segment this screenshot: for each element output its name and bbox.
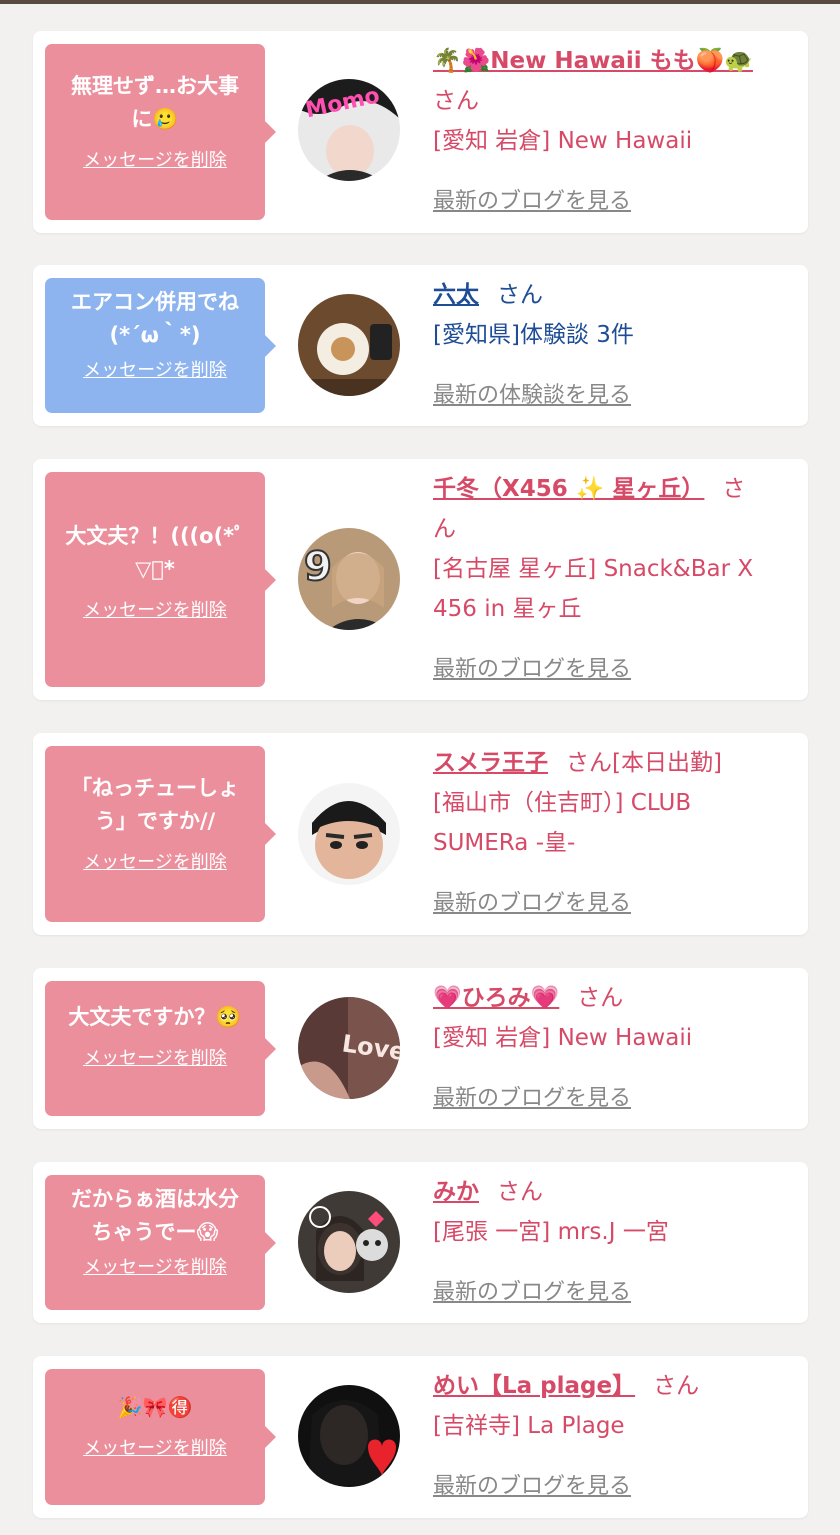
honorific: さん bbox=[497, 282, 543, 308]
top-bar bbox=[0, 0, 840, 4]
message-bubble: 「ねっチューしょ う」ですか// メッセージを削除 bbox=[45, 746, 276, 922]
message-bubble: 大文夫？！(((o(*ﾟ ▽ﾟ* メッセージを削除 bbox=[45, 472, 276, 687]
message-text-line: ちゃうでー😱 bbox=[91, 1220, 219, 1244]
profile-name-link[interactable]: スメラ王子 bbox=[433, 750, 548, 776]
avatar[interactable]: 9 bbox=[298, 528, 400, 630]
latest-blog-link[interactable]: 最新のブログを見る bbox=[433, 651, 631, 683]
message-text-line: に🥲 bbox=[131, 107, 179, 131]
avatar[interactable] bbox=[298, 1385, 400, 1487]
message-bubble: 大文夫ですか？🥺 メッセージを削除 bbox=[45, 981, 276, 1116]
profile-info: みか さん [尾張 一宮] mrs.J 一宮 bbox=[433, 1172, 783, 1252]
delete-message-link[interactable]: メッセージを削除 bbox=[83, 848, 227, 874]
honorific: さん bbox=[497, 1179, 543, 1205]
message-text-line: ▽ﾟ* bbox=[135, 557, 175, 581]
message-bubble: だからぁ酒は水分 ちゃうでー😱 メッセージを削除 bbox=[45, 1175, 276, 1310]
message-card: 🎉🎀🉐 メッセージを削除 めい【La plage】 さん [吉祥寺] La Pla… bbox=[33, 1356, 808, 1518]
avatar[interactable] bbox=[298, 1191, 400, 1293]
message-text-line: エアコン併用でね bbox=[71, 290, 239, 314]
profile-name-link[interactable]: 🌴🌺New Hawaii もも🍑🐢 bbox=[433, 48, 753, 74]
svg-text:9: 9 bbox=[304, 544, 332, 590]
profile-name-link[interactable]: めい【La plage】 bbox=[433, 1373, 635, 1399]
message-text-line: 大文夫ですか？🥺 bbox=[68, 1005, 242, 1029]
message-card: エアコン併用でね (*´ω｀*) メッセージを削除 六太 さん [愛知県]体験談 … bbox=[33, 265, 808, 426]
shop-info: [愛知県]体験談 3件 bbox=[433, 322, 634, 348]
profile-name-link[interactable]: 💗ひろみ💗 bbox=[433, 985, 559, 1011]
message-card: 無理せず…お大事 に🥲 メッセージを削除 Momo 🌴🌺New Hawaii も… bbox=[33, 31, 808, 233]
shop-info: [尾張 一宮] mrs.J 一宮 bbox=[433, 1219, 669, 1245]
message-text-line: 🎉🎀🉐 bbox=[117, 1395, 193, 1419]
honorific: さん bbox=[433, 88, 479, 114]
profile-info: スメラ王子 さん[本日出勤] [福山市（住吉町）] CLUB SUMERa -皇- bbox=[433, 743, 783, 863]
shop-info: [愛知 岩倉] New Hawaii bbox=[433, 128, 693, 154]
latest-blog-link[interactable]: 最新のブログを見る bbox=[433, 1274, 631, 1306]
latest-blog-link[interactable]: 最新のブログを見る bbox=[433, 1080, 631, 1112]
shop-info: [福山市（住吉町）] CLUB bbox=[433, 790, 692, 816]
delete-message-link[interactable]: メッセージを削除 bbox=[83, 146, 227, 172]
profile-name-link[interactable]: 千冬（X456 ✨ 星ヶ丘） bbox=[433, 476, 704, 502]
profile-info: 六太 さん [愛知県]体験談 3件 bbox=[433, 275, 783, 355]
message-text-line: 「ねっチューしょ bbox=[71, 776, 239, 800]
message-bubble: 無理せず…お大事 に🥲 メッセージを削除 bbox=[45, 44, 276, 220]
delete-message-link[interactable]: メッセージを削除 bbox=[83, 1044, 227, 1070]
shop-info: SUMERa -皇- bbox=[433, 830, 576, 856]
profile-name-link[interactable]: みか bbox=[433, 1179, 479, 1205]
message-text-line: う」ですか// bbox=[94, 809, 216, 833]
avatar[interactable] bbox=[298, 294, 400, 396]
delete-message-link[interactable]: メッセージを削除 bbox=[83, 1253, 227, 1279]
message-bubble: エアコン併用でね (*´ω｀*) メッセージを削除 bbox=[45, 278, 276, 413]
avatar[interactable]: Love bbox=[298, 997, 400, 1099]
latest-review-link[interactable]: 最新の体験談を見る bbox=[433, 377, 631, 409]
honorific: さん bbox=[653, 1373, 700, 1399]
message-text-line: 無理せず…お大事 bbox=[71, 74, 239, 98]
shop-info: [名古屋 星ヶ丘] Snack&Bar X bbox=[433, 556, 754, 582]
honorific: さ bbox=[722, 476, 746, 502]
shop-info: [吉祥寺] La Plage bbox=[433, 1413, 625, 1439]
message-text-line: だからぁ酒は水分 bbox=[71, 1187, 239, 1211]
message-card: 大文夫？！(((o(*ﾟ ▽ﾟ* メッセージを削除 9 千冬（X456 ✨ 星ヶ… bbox=[33, 459, 808, 700]
honorific: さん[本日出勤] bbox=[566, 750, 722, 776]
latest-blog-link[interactable]: 最新のブログを見る bbox=[433, 183, 631, 215]
honorific-continued: ん bbox=[433, 516, 456, 542]
shop-info: [愛知 岩倉] New Hawaii bbox=[433, 1025, 693, 1051]
delete-message-link[interactable]: メッセージを削除 bbox=[83, 1434, 227, 1460]
profile-info: 千冬（X456 ✨ 星ヶ丘）さ ん [名古屋 星ヶ丘] Snack&Bar X … bbox=[433, 469, 783, 629]
honorific: さん bbox=[577, 985, 624, 1011]
shop-info: 456 in 星ヶ丘 bbox=[433, 596, 582, 622]
latest-blog-link[interactable]: 最新のブログを見る bbox=[433, 885, 631, 917]
message-card: だからぁ酒は水分 ちゃうでー😱 メッセージを削除 みか さん [尾張 一宮] mr… bbox=[33, 1162, 808, 1323]
message-bubble: 🎉🎀🉐 メッセージを削除 bbox=[45, 1369, 276, 1505]
delete-message-link[interactable]: メッセージを削除 bbox=[83, 356, 227, 382]
message-text-line: 大文夫？！(((o(*ﾟ bbox=[65, 524, 245, 548]
avatar[interactable] bbox=[298, 783, 400, 885]
avatar[interactable]: Momo bbox=[298, 79, 400, 181]
profile-name-link[interactable]: 六太 bbox=[433, 282, 479, 308]
delete-message-link[interactable]: メッセージを削除 bbox=[83, 596, 227, 622]
message-text-line: (*´ω｀*) bbox=[109, 323, 201, 347]
message-card: 「ねっチューしょ う」ですか// メッセージを削除 スメラ王子 さん[本日出勤] … bbox=[33, 733, 808, 935]
profile-info: 🌴🌺New Hawaii もも🍑🐢 さん [愛知 岩倉] New Hawaii bbox=[433, 41, 783, 161]
message-card: 大文夫ですか？🥺 メッセージを削除 Love 💗ひろみ💗 さん [愛知 岩倉] N… bbox=[33, 968, 808, 1129]
profile-info: めい【La plage】 さん [吉祥寺] La Plage bbox=[433, 1366, 783, 1446]
profile-info: 💗ひろみ💗 さん [愛知 岩倉] New Hawaii bbox=[433, 978, 783, 1058]
latest-blog-link[interactable]: 最新のブログを見る bbox=[433, 1468, 631, 1500]
